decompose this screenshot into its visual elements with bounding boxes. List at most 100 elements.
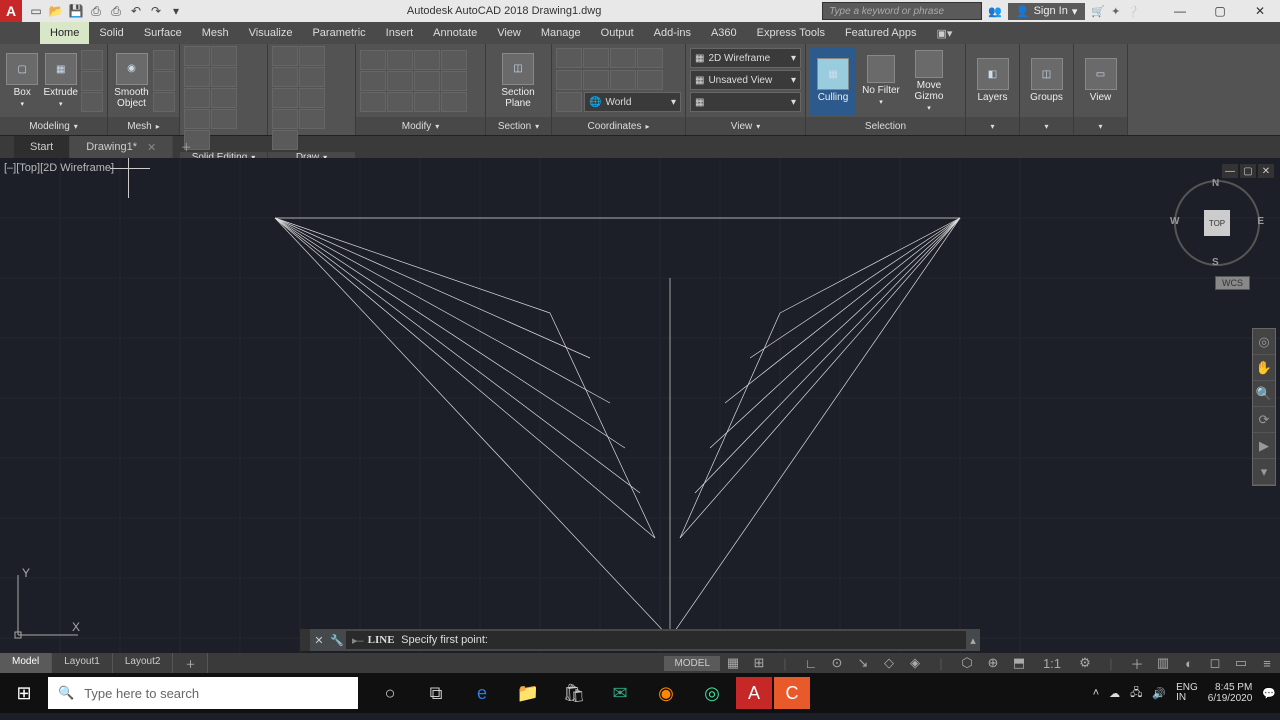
- start-button[interactable]: ⊞: [0, 673, 48, 713]
- se8[interactable]: [211, 109, 237, 129]
- draw4[interactable]: [299, 67, 325, 87]
- draw8[interactable]: [299, 109, 325, 129]
- exchange-icon[interactable]: 🛒: [1091, 5, 1105, 18]
- modeling-sm2[interactable]: [81, 71, 103, 91]
- culling-button[interactable]: ▦Culling: [810, 47, 856, 115]
- mesh-sm2[interactable]: [153, 71, 175, 91]
- mod1[interactable]: [360, 50, 386, 70]
- qat-more-icon[interactable]: ▾: [166, 1, 186, 21]
- mod6[interactable]: [387, 71, 413, 91]
- coord5[interactable]: [556, 70, 582, 90]
- edge-icon[interactable]: e: [460, 673, 504, 713]
- panel-label-coordinates[interactable]: Coordinates▸: [552, 117, 685, 135]
- ortho-icon[interactable]: ∟: [798, 653, 824, 673]
- anno-scale[interactable]: 1:1: [1032, 653, 1072, 673]
- nofilter-button[interactable]: No Filter▾: [858, 47, 904, 115]
- add-tab-button[interactable]: ＋: [173, 136, 199, 158]
- qat-new-icon[interactable]: ▭: [26, 1, 46, 21]
- gear-icon[interactable]: ⚙: [1072, 653, 1098, 673]
- grid-icon[interactable]: ▦: [720, 653, 746, 673]
- smooth-object-button[interactable]: ◉Smooth Object: [112, 47, 151, 115]
- coord9[interactable]: [556, 92, 582, 112]
- selection-cycling-icon[interactable]: ⬒: [1006, 653, 1032, 673]
- qat-save-icon[interactable]: 💾: [66, 1, 86, 21]
- tray-up-icon[interactable]: ˄: [1093, 687, 1099, 699]
- clock[interactable]: 8:45 PM6/19/2020: [1208, 682, 1253, 704]
- viewport[interactable]: [–][Top][2D Wireframe] — ▢ ✕ TOP N S W E…: [0, 158, 1280, 653]
- clean-icon[interactable]: ▭: [1228, 653, 1254, 673]
- camtasia-icon[interactable]: C: [774, 677, 810, 709]
- se5[interactable]: [184, 88, 210, 108]
- mesh-sm1[interactable]: [153, 50, 175, 70]
- customize-icon[interactable]: ≡: [1254, 653, 1280, 673]
- panel-label-layers[interactable]: ▾: [966, 117, 1019, 135]
- draw5[interactable]: [272, 88, 298, 108]
- coord1[interactable]: [556, 48, 582, 68]
- tab-output[interactable]: Output: [591, 22, 644, 44]
- mod5[interactable]: [360, 71, 386, 91]
- cortana-icon[interactable]: ○: [368, 673, 412, 713]
- qat-undo-icon[interactable]: ↶: [126, 1, 146, 21]
- mod7[interactable]: [414, 71, 440, 91]
- coord6[interactable]: [583, 70, 609, 90]
- dynamic-ucs-icon[interactable]: ⬡: [954, 653, 980, 673]
- panel-label-view[interactable]: View▾: [686, 117, 805, 135]
- isodraft-icon[interactable]: ↘: [850, 653, 876, 673]
- tab-featured[interactable]: Featured Apps: [835, 22, 927, 44]
- move-gizmo-button[interactable]: Move Gizmo▾: [906, 47, 952, 115]
- tab-surface[interactable]: Surface: [134, 22, 192, 44]
- panel-label-groups[interactable]: ▾: [1020, 117, 1073, 135]
- minimize-button[interactable]: —: [1160, 0, 1200, 22]
- vp-close-icon[interactable]: ✕: [1258, 164, 1274, 178]
- draw9[interactable]: [272, 130, 298, 150]
- notifications-icon[interactable]: 💬: [1262, 687, 1276, 700]
- tab-solid[interactable]: Solid: [89, 22, 133, 44]
- layout-2[interactable]: Layout2: [113, 653, 174, 673]
- chrome-icon[interactable]: ◎: [690, 673, 734, 713]
- panel-label-modify[interactable]: Modify▾: [356, 117, 485, 135]
- taskview-icon[interactable]: ⧉: [414, 673, 458, 713]
- modeling-sm3[interactable]: [81, 92, 103, 112]
- qat-saveas-icon[interactable]: ⎙: [86, 1, 106, 21]
- maximize-button[interactable]: ▢: [1200, 0, 1240, 22]
- cmdline-options-icon[interactable]: 🔧: [328, 634, 346, 647]
- windows-search-input[interactable]: 🔍 Type here to search: [48, 677, 358, 709]
- qat-redo-icon[interactable]: ↷: [146, 1, 166, 21]
- mail-icon[interactable]: ✉: [598, 673, 642, 713]
- coord4[interactable]: [637, 48, 663, 68]
- viewpanel-button[interactable]: ▭View: [1078, 47, 1123, 115]
- nav-wheel-icon[interactable]: ◎: [1253, 329, 1275, 355]
- wcs-badge[interactable]: WCS: [1215, 276, 1250, 290]
- help-icon[interactable]: ❔: [1126, 5, 1140, 18]
- cmdline-close-icon[interactable]: ✕: [310, 634, 328, 647]
- view-misc-dropdown[interactable]: ▦▾: [690, 92, 801, 112]
- layout-add[interactable]: ＋: [173, 653, 208, 673]
- store-icon[interactable]: 🛍: [552, 673, 596, 713]
- se3[interactable]: [184, 67, 210, 87]
- draw7[interactable]: [272, 109, 298, 129]
- coord2[interactable]: [583, 48, 609, 68]
- panel-label-section[interactable]: Section▾: [486, 117, 551, 135]
- tab-manage[interactable]: Manage: [531, 22, 591, 44]
- mod9[interactable]: [360, 92, 386, 112]
- qat-open-icon[interactable]: 📂: [46, 1, 66, 21]
- visual-style-dropdown[interactable]: ▦2D Wireframe▾: [690, 48, 801, 68]
- start-tab[interactable]: Start: [14, 136, 70, 158]
- tab-addins[interactable]: Add-ins: [644, 22, 701, 44]
- cmdline-history-icon[interactable]: ▴: [966, 634, 980, 647]
- mod2[interactable]: [387, 50, 413, 70]
- ribbon-expand-icon[interactable]: ▣▾: [927, 22, 963, 44]
- se4[interactable]: [211, 67, 237, 87]
- draw1[interactable]: [272, 46, 298, 66]
- tab-annotate[interactable]: Annotate: [423, 22, 487, 44]
- se7[interactable]: [184, 109, 210, 129]
- se2[interactable]: [211, 46, 237, 66]
- command-line[interactable]: ✕ 🔧 ▸–LINE Specify first point: ▴: [300, 629, 980, 651]
- layout-model[interactable]: Model: [0, 653, 52, 673]
- panel-label-modeling[interactable]: Modeling▾: [0, 117, 107, 135]
- tab-visualize[interactable]: Visualize: [239, 22, 303, 44]
- draw6[interactable]: [299, 88, 325, 108]
- vp-maximize-icon[interactable]: ▢: [1240, 164, 1256, 178]
- drawing-tab[interactable]: Drawing1*✕: [70, 136, 173, 158]
- nav-orbit-icon[interactable]: ⟳: [1253, 407, 1275, 433]
